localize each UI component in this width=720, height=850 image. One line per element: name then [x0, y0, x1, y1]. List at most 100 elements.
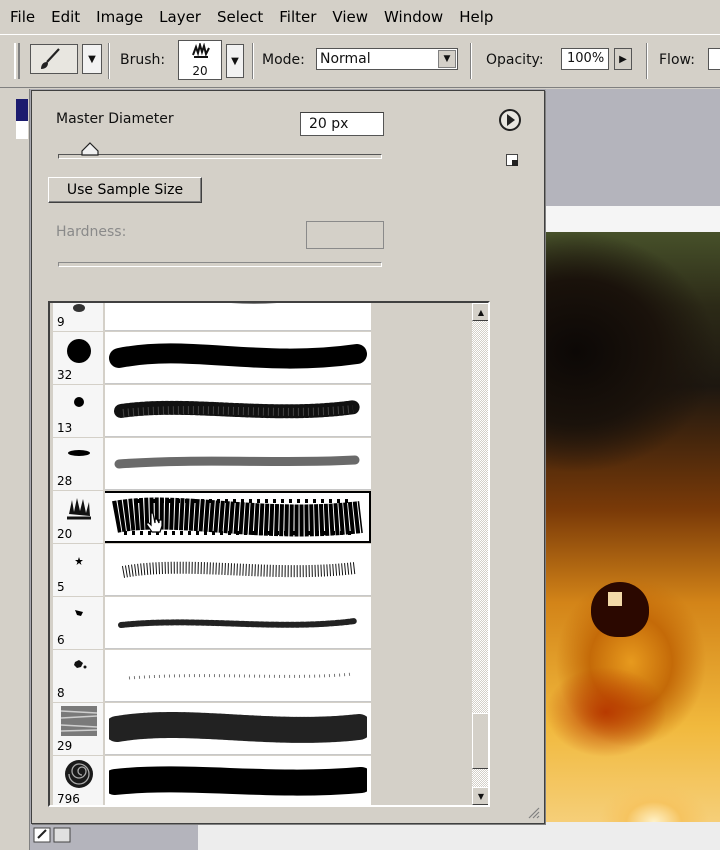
new-preset-icon[interactable]	[506, 154, 518, 166]
brush-stroke-preview	[231, 303, 277, 304]
separator	[252, 43, 254, 79]
brush-preset-selected[interactable]: 20	[53, 491, 371, 543]
toolbar-grip[interactable]	[14, 43, 20, 79]
master-diameter-input[interactable]: 20 px	[300, 112, 384, 136]
scroll-thumb[interactable]	[472, 713, 488, 769]
brush-size-label: 9	[57, 315, 65, 329]
scatter-grass-icon	[67, 498, 91, 520]
brush-stroke-preview	[109, 712, 367, 743]
brush-thumbnail: 9	[53, 303, 105, 331]
tool-preset-button[interactable]	[30, 44, 78, 74]
use-sample-size-button[interactable]: Use Sample Size	[48, 177, 202, 203]
slider-thumb[interactable]	[81, 142, 99, 156]
menu-filter[interactable]: Filter	[271, 8, 324, 26]
menu-view[interactable]: View	[324, 8, 376, 26]
flat-ellipse-icon	[68, 450, 90, 456]
menu-edit[interactable]: Edit	[43, 8, 88, 26]
tiny-star-icon	[75, 557, 83, 565]
brush-preset[interactable]: 29	[53, 703, 371, 755]
brush-stroke-preview	[109, 766, 367, 796]
toolbox	[0, 89, 30, 850]
scroll-down-button[interactable]: ▼	[472, 787, 488, 805]
brush-size-label: 28	[57, 474, 73, 488]
brush-size-label: 796	[57, 792, 80, 805]
shell-icon	[65, 760, 93, 788]
brush-preset[interactable]: 32	[53, 332, 371, 384]
brush-stroke-preview	[114, 400, 362, 419]
hardness-input	[306, 221, 384, 249]
brush-preview[interactable]: 20	[178, 40, 222, 80]
opacity-label: Opacity:	[486, 52, 544, 68]
separator	[646, 43, 648, 79]
hardness-slider	[58, 262, 382, 267]
brush-stroke-preview	[121, 561, 356, 578]
separator	[470, 43, 472, 79]
options-bar: ▼ Brush: 20 ▼ Mode: Normal ▼ Opacity: 10…	[0, 34, 720, 88]
menu-bar: File Edit Image Layer Select Filter View…	[0, 0, 720, 34]
brush-preset[interactable]: 13	[53, 385, 371, 437]
status-area	[30, 822, 720, 850]
brush-preset[interactable]: 28	[53, 438, 371, 490]
document-area	[546, 89, 720, 206]
brush-thumbnail: 5	[53, 544, 105, 596]
flow-input[interactable]	[708, 48, 720, 70]
opacity-slider-button[interactable]: ▶	[614, 48, 632, 70]
menu-window[interactable]: Window	[376, 8, 451, 26]
preset-rows: 9 32 13 28 20 5 6 8 29 796	[53, 303, 371, 805]
brush-label: Brush:	[120, 52, 166, 68]
brush-thumbnail: 20	[53, 491, 105, 543]
brush-preset[interactable]: 5	[53, 544, 371, 596]
chevron-down-icon: ▼	[438, 50, 456, 68]
brush-tip-icon	[192, 43, 210, 58]
brush-stroke-preview	[118, 618, 358, 628]
toolbox-marker	[16, 99, 28, 121]
brush-preset[interactable]: 8	[53, 650, 371, 702]
resize-grip-icon[interactable]	[526, 805, 540, 819]
photo-detail	[608, 592, 622, 606]
mode-label: Mode:	[262, 52, 305, 68]
menu-help[interactable]: Help	[451, 8, 501, 26]
brush-preset[interactable]: 6	[53, 597, 371, 649]
menu-image[interactable]: Image	[88, 8, 151, 26]
list-gutter	[371, 303, 377, 805]
mode-value: Normal	[320, 51, 371, 67]
brush-thumbnail: 29	[53, 703, 105, 755]
document-photo[interactable]	[546, 232, 720, 850]
brush-size-label: 13	[57, 421, 73, 435]
menu-file[interactable]: File	[2, 8, 43, 26]
tiny-blot-icon	[75, 610, 83, 616]
brush-size-text: 20	[192, 64, 208, 78]
menu-select[interactable]: Select	[209, 8, 271, 26]
brush-thumbnail: 8	[53, 650, 105, 702]
canvas-edge	[198, 822, 720, 850]
scroll-up-button[interactable]: ▲	[472, 303, 488, 321]
hard-round-small-icon	[74, 397, 84, 407]
brush-preset-list: 9 32 13 28 20 5 6 8 29 796 ▲ ▼	[48, 301, 490, 807]
preset-scrollbar[interactable]: ▲ ▼	[472, 303, 488, 805]
menu-layer[interactable]: Layer	[151, 8, 209, 26]
toolbox-icons[interactable]	[32, 824, 106, 844]
brush-icon	[41, 48, 60, 69]
splatter-icon	[74, 660, 87, 669]
hard-round-icon	[67, 339, 91, 363]
brush-size-label: 29	[57, 739, 73, 753]
flow-label: Flow:	[659, 52, 695, 68]
mode-select[interactable]: Normal ▼	[316, 48, 458, 70]
brush-thumbnail: 32	[53, 332, 105, 384]
brush-preset[interactable]: 9	[53, 303, 371, 331]
brush-size-label: 20	[57, 527, 73, 541]
brush-thumbnail: 6	[53, 597, 105, 649]
opacity-input[interactable]: 100%	[561, 48, 609, 70]
brush-picker-dropdown[interactable]: ▼	[226, 44, 244, 78]
brush-stroke-preview	[109, 343, 367, 369]
brush-preset[interactable]: 796	[53, 756, 371, 805]
brush-size-label: 32	[57, 368, 73, 382]
hardness-label: Hardness:	[56, 224, 127, 240]
master-diameter-slider[interactable]	[58, 154, 382, 159]
brush-size-label: 8	[57, 686, 65, 700]
brush-stroke-preview	[114, 455, 360, 469]
tool-preset-dropdown[interactable]: ▼	[82, 44, 102, 74]
hand-cursor-icon	[146, 512, 163, 533]
brush-size-label: 5	[57, 580, 65, 594]
flyout-menu-icon[interactable]	[499, 109, 521, 131]
